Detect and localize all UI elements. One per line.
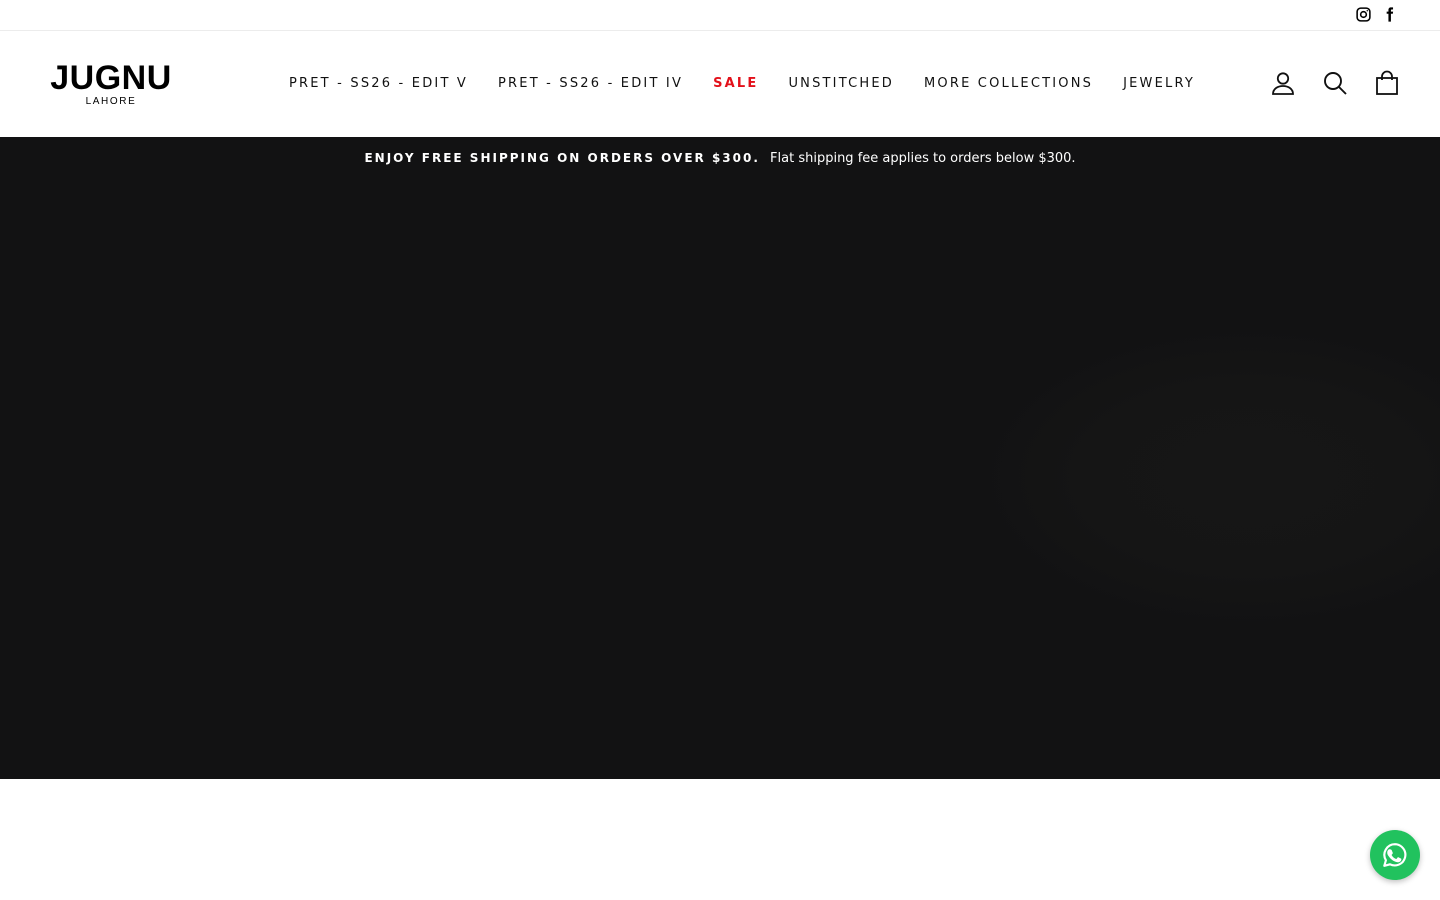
nav-item-jewelry[interactable]: JEWELRY <box>1108 75 1210 93</box>
nav-item-unstitched[interactable]: UNSTITCHED <box>773 75 909 93</box>
account-button[interactable] <box>1270 70 1296 96</box>
user-icon <box>1270 70 1296 96</box>
logo-wordmark: JUGNU <box>50 59 172 97</box>
search-button[interactable] <box>1322 70 1348 96</box>
facebook-icon <box>1381 6 1398 23</box>
logo-subtitle: LAHORE <box>85 96 137 107</box>
site-logo[interactable]: JUGNU LAHORE <box>41 61 181 111</box>
whatsapp-chat-button[interactable] <box>1370 830 1420 880</box>
nav-item-pret-edit-v[interactable]: PRET - SS26 - EDIT V <box>274 75 483 93</box>
social-links <box>1355 6 1398 23</box>
cart-button[interactable] <box>1374 70 1400 96</box>
top-bar <box>0 0 1440 31</box>
nav-item-sale[interactable]: SALE <box>698 75 773 93</box>
whatsapp-icon <box>1380 840 1410 870</box>
main-nav: PRET - SS26 - EDIT V PRET - SS26 - EDIT … <box>274 75 1210 93</box>
hero-background-shape <box>980 327 1440 627</box>
cart-icon <box>1374 70 1400 96</box>
instagram-link[interactable] <box>1355 6 1372 23</box>
hero-banner: ENJOY FREE SHIPPING ON ORDERS OVER $300.… <box>0 137 1440 779</box>
announcement-bold-text: ENJOY FREE SHIPPING ON ORDERS OVER $300. <box>364 151 760 165</box>
search-icon <box>1322 70 1348 96</box>
site-header: JUGNU LAHORE PRET - SS26 - EDIT V PRET -… <box>0 31 1440 137</box>
nav-item-pret-edit-iv[interactable]: PRET - SS26 - EDIT IV <box>483 75 698 93</box>
announcement-text: Flat shipping fee applies to orders belo… <box>770 151 1076 166</box>
header-icons <box>1270 70 1400 96</box>
instagram-icon <box>1355 6 1372 23</box>
nav-item-more-collections[interactable]: MORE COLLECTIONS <box>909 75 1108 93</box>
facebook-link[interactable] <box>1381 6 1398 23</box>
shipping-announcement: ENJOY FREE SHIPPING ON ORDERS OVER $300.… <box>0 149 1440 168</box>
